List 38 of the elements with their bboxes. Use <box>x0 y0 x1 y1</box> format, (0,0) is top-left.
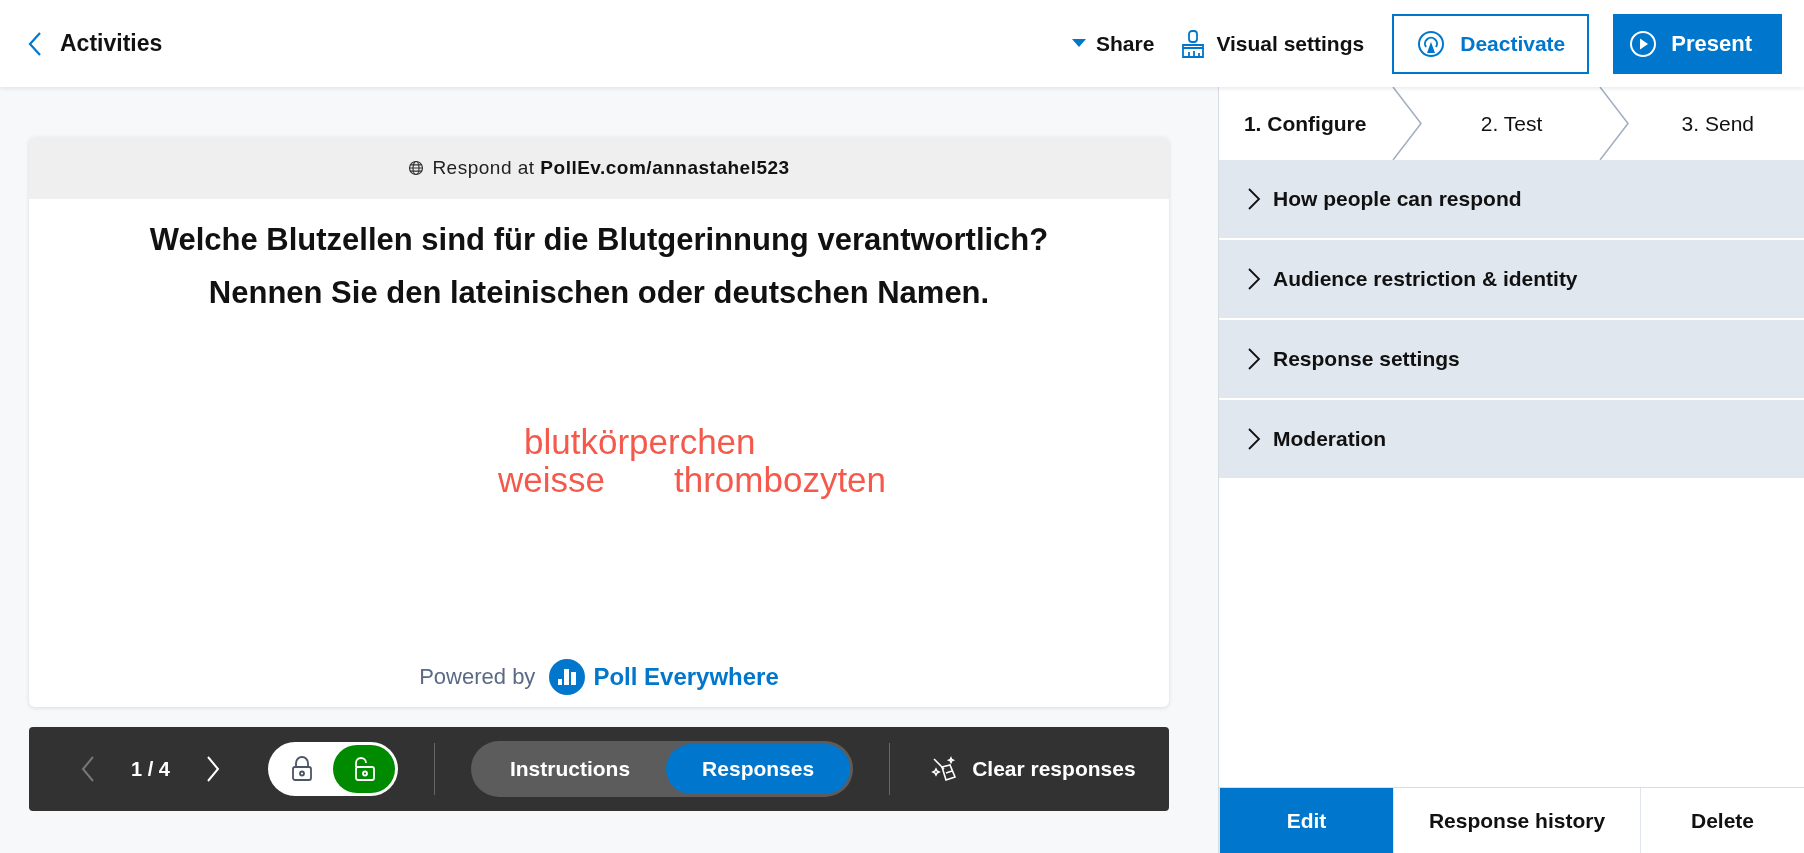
clear-responses-button[interactable]: Clear responses <box>926 749 1140 789</box>
step-tab[interactable]: 2. Test <box>1425 87 1598 160</box>
cloud-word: weisse <box>498 461 605 499</box>
bar-chart-logo-icon <box>549 659 586 695</box>
settings-section[interactable]: Response settings <box>1219 320 1804 398</box>
view-tab[interactable]: Responses <box>666 744 851 794</box>
question-text: Nennen Sie den lateinischen oder deutschen Namen. <box>208 274 990 312</box>
powered-by-text: Powered by <box>419 664 536 690</box>
view-tab[interactable]: Instructions <box>473 744 667 794</box>
cloud-word: thrombozyten <box>674 461 887 499</box>
step-tab[interactable]: 3. Send <box>1631 87 1804 160</box>
play-circle-icon <box>1629 29 1658 58</box>
visual-settings-button[interactable]: Visual settings <box>1176 22 1369 65</box>
deactivate-button[interactable]: Deactivate <box>1392 13 1590 74</box>
settings-section[interactable]: Moderation <box>1219 400 1804 478</box>
present-button[interactable]: Present <box>1613 13 1782 74</box>
step-divider-icon <box>1597 87 1632 160</box>
broadcast-icon <box>1416 28 1447 59</box>
question-text: Welche Blutzellen sind für die Blutgerinnung verantwortlich? <box>149 221 1049 259</box>
back-button[interactable]: Activities <box>24 26 167 61</box>
step-tab[interactable]: 1. Configure <box>1219 87 1392 160</box>
action-button[interactable]: Edit <box>1219 788 1393 853</box>
chevron-left-icon <box>28 30 42 57</box>
globe-icon <box>408 160 425 176</box>
padlock-closed-icon <box>290 756 313 782</box>
cloud-word: blutkörperchen <box>524 423 756 461</box>
brush-icon <box>1180 28 1207 59</box>
respond-text: Respond at PollEv.com/annastahel523 <box>432 157 790 179</box>
chevron-left-icon <box>81 755 95 783</box>
lock-option[interactable] <box>332 745 395 793</box>
settings-section[interactable]: How people can respond <box>1219 160 1804 238</box>
page-counter: 1 / 4 <box>130 757 171 781</box>
share-button[interactable]: Share <box>1068 25 1159 62</box>
broom-icon <box>930 755 959 783</box>
caret-down-icon <box>1072 39 1086 48</box>
settings-section[interactable]: Audience restriction & identity <box>1219 240 1804 318</box>
chevron-right-icon <box>205 755 220 783</box>
brand-name: Poll Everywhere <box>593 663 779 691</box>
